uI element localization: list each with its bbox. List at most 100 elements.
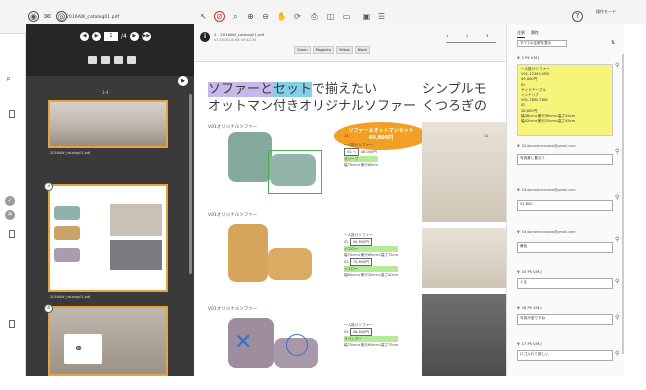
search-icon[interactable]: ⌕ (6, 74, 11, 84)
room-photo-2 (422, 228, 506, 288)
no-entry-icon[interactable]: ⊘ (214, 11, 225, 22)
section-title: V01オリジナルソファー (208, 213, 258, 218)
thumbnail-number: 3 (44, 182, 53, 191)
page-icon[interactable] (9, 320, 15, 328)
thumbnail-panel: ◀ ▶ 1 /4 ▶ ▶▶ ▶ 1-4 2016AW_catalog01.pdf… (26, 24, 194, 376)
comment-header[interactable]: ▼ 17 P5 V.M.J (517, 342, 542, 346)
comment-header[interactable]: ▼ 14 (517, 230, 526, 234)
headline-right-line2: くつろぎの (422, 99, 488, 114)
thumbnail-scrollbar[interactable] (189, 94, 192, 274)
image-icon[interactable] (88, 56, 97, 64)
sort-icon[interactable]: ⇅ (611, 40, 615, 46)
list-icon[interactable]: ☰ (376, 11, 387, 22)
pin-icon[interactable]: ⚲ (615, 314, 619, 321)
comment-header[interactable]: ▼ 12 (517, 144, 526, 148)
document-date: v3 2016.05.08 09:42:35 (214, 38, 257, 42)
pin-icon[interactable]: ⚲ (615, 62, 619, 69)
comment-field[interactable]: ロゴ入れて欲しい (517, 350, 613, 361)
refresh-icon[interactable]: ⟳ (292, 11, 303, 22)
left-tool-strip: ⌕ ✓ ✕ (0, 34, 26, 376)
sofa-image-green (228, 132, 272, 182)
section-title: V01オリジナルソファー (208, 125, 258, 130)
comment-author: domomorizawa@gmail.com (527, 144, 576, 148)
text-icon[interactable]: ▭ (341, 11, 352, 22)
annotation-box[interactable] (268, 150, 322, 194)
comment-text-highlight[interactable]: 一人掛けソファー V01-12345-VBS 49,000円 ID サイドテーブ… (517, 64, 613, 136)
comment-field[interactable]: 写真が逆ですね (517, 314, 613, 325)
right-margin (624, 24, 646, 376)
color-separation-buttons: Green Magenta Yellow Black (294, 46, 371, 54)
tab-annotations[interactable]: 注釈 (517, 30, 525, 38)
comment-header[interactable]: ▼ 1 P4 V.M.J (517, 56, 539, 60)
page-range-label: 1-4 (102, 90, 109, 95)
last-page-button[interactable]: ▶▶ (141, 32, 151, 41)
zoom-labels: 1 2 3 (446, 34, 489, 38)
page-navigator: ◀ ▶ 1 /4 ▶ ▶▶ (26, 24, 194, 76)
note-marker[interactable]: 11 (484, 134, 488, 138)
page-icon[interactable] (9, 230, 15, 238)
thumbnail-number: 4 (44, 304, 53, 313)
link-icon: ⚭ (74, 342, 84, 355)
help-icon[interactable]: ? (572, 11, 583, 22)
specs-block: 一人掛けソファー V1 ～ 48,000円 オリーブ 幅75cm×奥行65cm (344, 143, 378, 167)
comment-field[interactable]: 黄色 (517, 242, 613, 253)
tab-properties[interactable]: 属性 (531, 30, 539, 38)
page-total: /4 (121, 33, 127, 40)
magenta-button[interactable]: Magenta (312, 46, 334, 54)
save-icon[interactable] (114, 56, 123, 64)
page-thumbnail[interactable] (48, 100, 168, 148)
annotation-circle[interactable] (286, 334, 308, 356)
comment-field[interactable]: 写真差し替えて (517, 154, 613, 165)
green-button[interactable]: Green (294, 46, 311, 54)
prev-page-button[interactable]: ◀ (80, 32, 89, 41)
camera-icon[interactable]: ◫ (325, 11, 336, 22)
document-header: i 2 - 2016AW_catalog01.pdf v3 2016.05.08… (194, 24, 506, 62)
document-name: 2 - 2016AW_catalog01.pdf (214, 32, 265, 37)
zoom-out-icon[interactable]: ⊖ (260, 11, 271, 22)
sofa-image-yellow (228, 224, 268, 282)
pin-icon[interactable]: ⚲ (615, 148, 619, 155)
info-icon[interactable]: i (200, 32, 210, 42)
room-photo-1 (422, 122, 506, 222)
print-icon[interactable]: ⎙ (309, 11, 320, 22)
annotation-cross[interactable]: ✕ (234, 332, 252, 354)
zoom-icon[interactable]: ⊕ (245, 11, 256, 22)
comment-field[interactable]: 52,800 (517, 200, 613, 211)
section-title: V01オリジナルソファー (208, 307, 258, 312)
comments-panel: 注釈 属性 すべての注釈を表示 ⇅ ▼ 1 P4 V.M.J 一人掛けソファー V… (506, 24, 624, 376)
page-thumbnail-selected[interactable] (48, 184, 168, 292)
page-icon[interactable] (9, 110, 15, 118)
play-icon[interactable]: ▶ (178, 76, 188, 86)
pointer-icon[interactable]: ↖ (198, 11, 209, 22)
share-icon[interactable]: ▣ (361, 11, 372, 22)
black-button[interactable]: Black (354, 46, 371, 54)
page-thumbnail[interactable]: ⚭ (48, 306, 168, 376)
pin-icon[interactable]: ⚲ (615, 236, 619, 243)
menu-icon[interactable] (127, 56, 136, 64)
mode-label[interactable]: 操作モード (596, 9, 616, 15)
search-icon[interactable]: ⌕ (230, 11, 241, 22)
comment-header[interactable]: ▼ 13 (517, 188, 526, 192)
pin-icon[interactable]: ⚲ (615, 350, 619, 357)
check-icon[interactable]: ✓ (5, 196, 15, 206)
comment-field[interactable]: ぐる (517, 278, 613, 289)
hand-icon[interactable]: ✋ (276, 11, 287, 22)
document-page[interactable]: ソファーとセットで揃えたい オットマン付きオリジナルソファー シンプルモ くつろ… (194, 62, 506, 376)
yellow-button[interactable]: Yellow (335, 46, 353, 54)
comment-header[interactable]: ▼ 15 P5 V.M.J (517, 270, 542, 274)
room-photo-3 (422, 294, 506, 376)
page-number-input[interactable]: 1 (104, 32, 118, 41)
next-page-button[interactable]: ▶ (92, 32, 101, 41)
pin-icon[interactable]: ⚲ (615, 278, 619, 285)
pdf-icon[interactable] (101, 56, 110, 64)
logo-icon[interactable]: ◉ (28, 11, 39, 22)
headline-line2: オットマン付きオリジナルソファー (208, 99, 417, 114)
comment-filter-select[interactable]: すべての注釈を表示 (517, 40, 567, 47)
email-icon[interactable]: ✉ (42, 11, 53, 22)
note-marker[interactable]: 1A (344, 134, 349, 138)
next-page-button[interactable]: ▶ (129, 32, 139, 41)
pin-icon[interactable]: ⚲ (615, 194, 619, 201)
close-icon[interactable]: ✕ (5, 210, 15, 220)
comment-header[interactable]: ▼ 16 P5 V.M.J (517, 306, 542, 310)
window-title: 2016AW_catalog01.pdf (66, 15, 120, 20)
